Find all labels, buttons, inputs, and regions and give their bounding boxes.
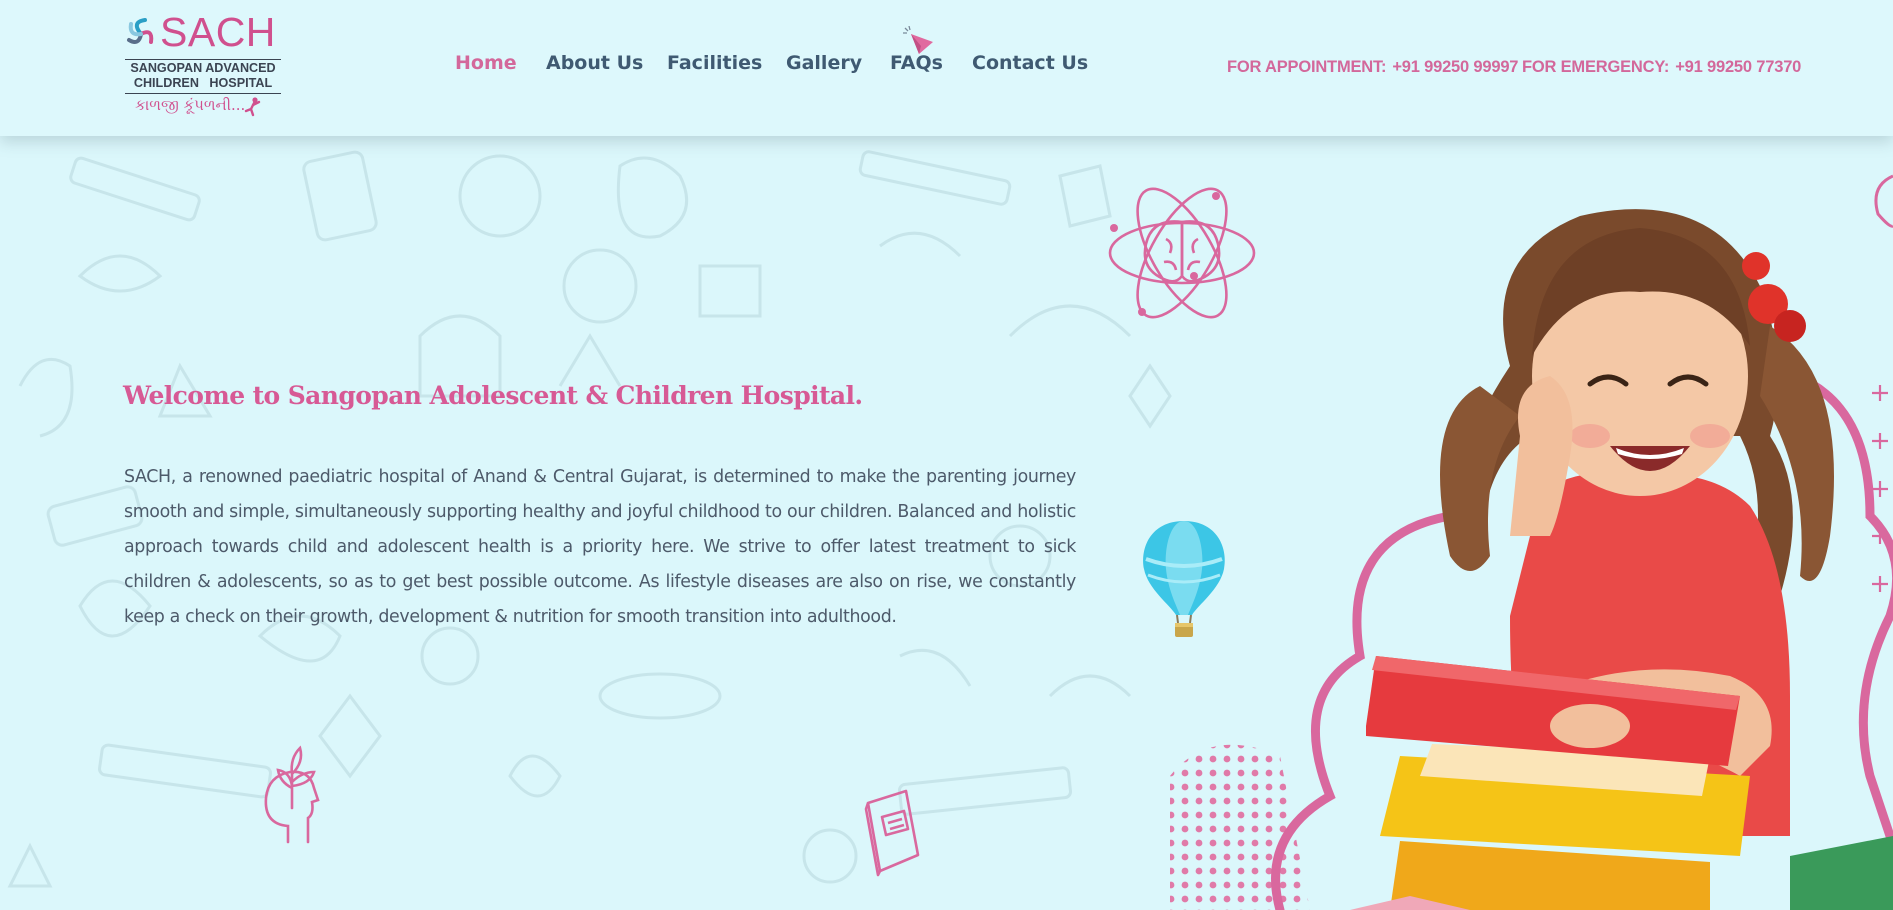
nav-facilities[interactable]: Facilities: [667, 52, 762, 74]
paper-plane-icon: [903, 26, 933, 54]
hero-child-illustration: [1170, 174, 1893, 910]
running-child-icon: [244, 97, 261, 117]
emergency-label: FOR EMERGENCY:: [1522, 58, 1670, 76]
logo-subtitle-line2: CHILDREN HOSPITAL: [125, 76, 281, 94]
sach-logo[interactable]: SACH SANGOPAN ADVANCED CHILDREN HOSPITAL…: [123, 9, 283, 120]
nav-home[interactable]: Home: [455, 52, 517, 74]
nav-contact-us[interactable]: Contact Us: [972, 52, 1088, 74]
nav-about-us[interactable]: About Us: [546, 52, 643, 74]
hero-title: Welcome to Sangopan Adolescent & Childre…: [123, 381, 863, 410]
book-icon: [864, 789, 920, 877]
nav-gallery[interactable]: Gallery: [786, 52, 862, 74]
emergency-phone[interactable]: +91 99250 77370: [1675, 58, 1801, 76]
logo-tagline: કાળજી કૂંપળની...: [135, 96, 246, 114]
emergency-contact[interactable]: FOR EMERGENCY: +91 99250 77370: [1522, 58, 1807, 77]
appointment-label: FOR APPOINTMENT:: [1227, 58, 1387, 76]
logo-wordmark: SACH: [160, 9, 276, 55]
appointment-contact[interactable]: FOR APPOINTMENT: +91 99250 99997: [1227, 58, 1524, 77]
site-header: SACH SANGOPAN ADVANCED CHILDREN HOSPITAL…: [0, 0, 1893, 136]
hero-description: SACH, a renowned paediatric hospital of …: [124, 467, 1076, 627]
appointment-phone[interactable]: +91 99250 99997: [1392, 58, 1518, 76]
logo-swirl-icon: [127, 18, 154, 44]
logo-subtitle-line1: SANGOPAN ADVANCED: [125, 59, 281, 76]
plant-head-icon: [264, 745, 320, 844]
